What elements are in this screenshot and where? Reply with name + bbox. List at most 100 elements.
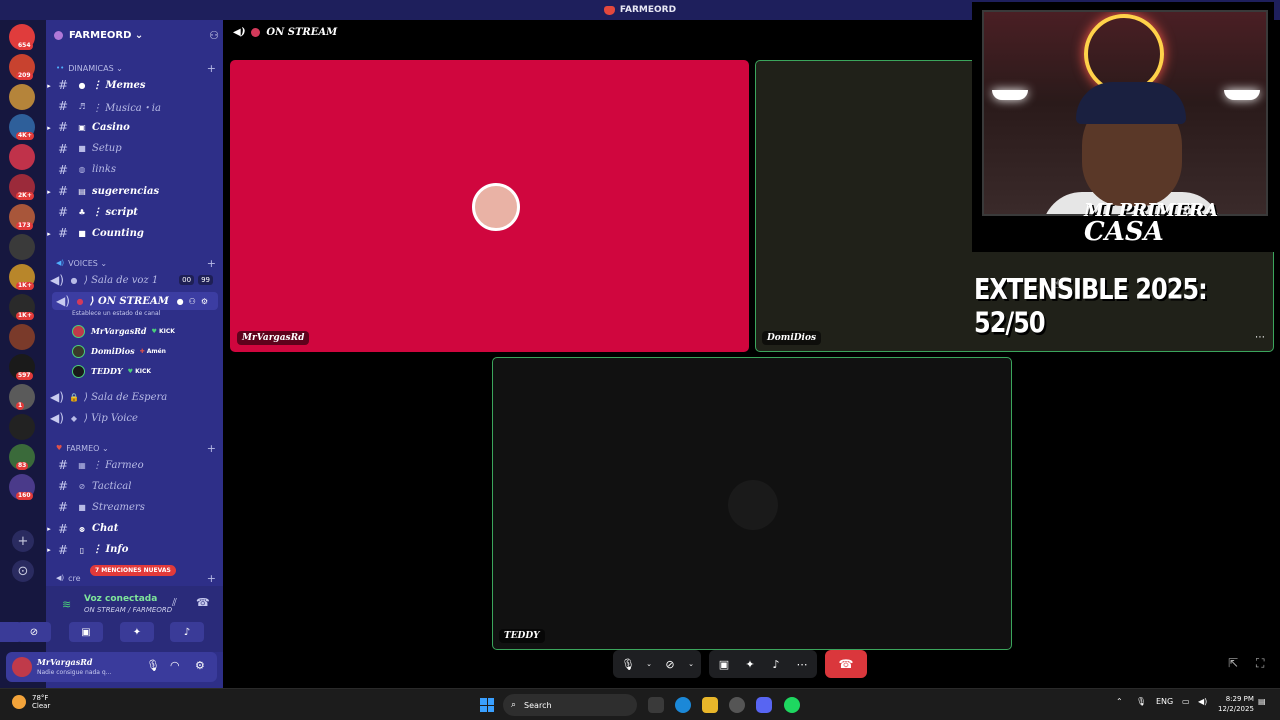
channel-item[interactable]: # ■ Streamers (46, 498, 223, 516)
server-icon[interactable] (9, 234, 35, 260)
chevron-down-icon[interactable]: ⌄ (645, 660, 653, 668)
voice-status-channel[interactable]: ON STREAM / FARMEORD (84, 606, 172, 614)
microphone-icon[interactable]: 🎙 (619, 658, 637, 671)
user-name[interactable]: MrVargasRd (37, 657, 92, 667)
server-icon[interactable]: 597 (9, 354, 35, 380)
channel-item[interactable]: ▸ # ■ Counting (46, 224, 223, 242)
edge-browser-icon[interactable] (675, 697, 691, 713)
voice-channel[interactable]: ◀) ◆ ⟩ Vip Voice (46, 409, 223, 427)
chat-icon[interactable]: ● (177, 297, 184, 306)
language-indicator[interactable]: ENG (1156, 697, 1173, 706)
camera-off-icon[interactable]: ⊘ (661, 658, 679, 671)
server-icon[interactable]: 209 (9, 54, 35, 80)
add-channel-icon[interactable]: + (207, 62, 216, 75)
activities-button[interactable]: ✦ (120, 622, 154, 642)
channel-item[interactable]: ▸ # ▯ ⋮ Info (46, 541, 223, 559)
chevron-up-icon[interactable]: ⌃ (1116, 697, 1123, 706)
channel-item[interactable]: ▸ # ● ⋮ Memes (46, 76, 223, 94)
stage-area: ◀) ON STREAM MrVargasRd DomiDios ⋯ TEDDY… (223, 2, 1280, 688)
file-explorer-icon[interactable] (702, 697, 718, 713)
hash-icon: # (58, 542, 69, 557)
server-icon[interactable]: 83 (9, 444, 35, 470)
server-icon[interactable]: 1 (9, 384, 35, 410)
voice-channel[interactable]: ◀) 🔒 ⟩ Sala de Espera (46, 388, 223, 406)
channel-item[interactable]: # ▦ ⋮ Farmeo (46, 456, 223, 474)
voice-channel-on-stream[interactable]: ◀) ● ⟩ ON STREAM ● ⚇ ⚙ (52, 292, 218, 310)
soundboard-icon[interactable]: ♪ (767, 658, 785, 671)
volume-icon[interactable]: ◀) (1198, 697, 1207, 706)
weather-widget[interactable]: 78°F Clear (12, 694, 50, 710)
noise-suppression-icon[interactable]: ⫽ (172, 596, 177, 610)
voice-user[interactable]: MrVargasRd ♥ KICK (72, 323, 212, 339)
discord-icon[interactable] (756, 697, 772, 713)
server-icon[interactable]: 173 (9, 204, 35, 230)
task-view-icon[interactable] (648, 697, 664, 713)
channel-item[interactable]: ▸ # ▣ Casino (46, 118, 223, 136)
server-icon[interactable]: 4K+ (9, 114, 35, 140)
server-icon[interactable] (9, 84, 35, 110)
search-box[interactable]: ⌕ Search (503, 694, 637, 716)
channel-item[interactable]: # ⊘ Tactical (46, 477, 223, 495)
chevron-down-icon[interactable]: ⌄ (687, 660, 695, 668)
overlay-caption: MI PRIMERA CASA (1084, 202, 1218, 246)
soundboard-button[interactable]: ♪ (170, 622, 204, 642)
voice-channel-sala-1[interactable]: ◀) ● ⟩ Sala de voz 1 00 99 (46, 271, 223, 289)
video-tile-mrvargasrd[interactable]: MrVargasRd (230, 60, 749, 352)
server-rail: 654 209 4K+ 2K+ 173 1K+ 1K+ 597 1 83 160 + ⊙ (0, 20, 46, 688)
server-icon[interactable]: 160 (9, 474, 35, 500)
add-member-icon[interactable]: ⚇ (209, 29, 219, 42)
fullscreen-icon[interactable]: ⛶ (1256, 656, 1264, 671)
microphone-icon[interactable]: 🎙 (146, 659, 160, 672)
camera-off-button[interactable]: ⊘ (17, 622, 51, 642)
disconnect-icon[interactable]: ☎ (196, 596, 210, 609)
activities-icon[interactable]: ✦ (741, 658, 759, 671)
obs-icon[interactable] (729, 697, 745, 713)
screen-share-icon[interactable]: ▣ (715, 658, 733, 671)
gear-icon[interactable]: ⚙ (201, 297, 208, 306)
add-channel-icon[interactable]: + (207, 257, 216, 270)
channel-item[interactable]: # ♣ ⋮ script (46, 203, 223, 221)
channel-item[interactable]: # ◍ links (46, 161, 223, 179)
category-dinamicas[interactable]: •• DINAMICAS ⌄ + (56, 62, 216, 75)
avatar[interactable] (12, 657, 32, 677)
clock[interactable]: 8:29 PM 12/2/2025 (1218, 694, 1254, 714)
channel-item[interactable]: ▸ # ⊗ Chat (46, 520, 223, 538)
gear-icon[interactable]: ⚙ (195, 659, 205, 672)
network-icon[interactable]: ▭ (1182, 697, 1190, 706)
signal-icon[interactable]: ≋ (62, 598, 71, 611)
server-icon[interactable] (9, 144, 35, 170)
channel-item[interactable]: # ♬ ⋮ Musica・ia (46, 97, 223, 115)
video-tile-teddy[interactable]: TEDDY (492, 357, 1012, 650)
microphone-icon[interactable]: 🎙 (1136, 697, 1146, 706)
server-icon[interactable]: 654 (9, 24, 35, 50)
voice-user[interactable]: DomiDios ✚ Amén (72, 343, 212, 359)
more-options-icon[interactable]: ⋯ (793, 658, 811, 671)
channel-item[interactable]: ▸ # ▤ sugerencias (46, 182, 223, 200)
invite-icon[interactable]: ⚇ (189, 297, 196, 306)
channel-item[interactable]: # ■ Setup (46, 140, 223, 158)
server-icon[interactable]: 2K+ (9, 174, 35, 200)
notifications-icon[interactable]: ▤ (1258, 697, 1266, 706)
channel-status-hint[interactable]: Establece un estado de canal (72, 310, 160, 317)
start-button[interactable] (480, 698, 494, 712)
headphones-icon[interactable]: ◠ (170, 659, 180, 672)
voice-user[interactable]: TEDDY ♥ KICK (72, 363, 212, 379)
category-farmeo[interactable]: ♥ FARMEO ⌄ + (56, 442, 216, 455)
server-header[interactable]: FARMEORD ⌄ ⚇ (54, 26, 219, 44)
server-icon[interactable]: 1K+ (9, 264, 35, 290)
add-server-icon[interactable]: + (12, 530, 34, 552)
voice-status-title[interactable]: Voz conectada (84, 594, 157, 604)
server-icon[interactable] (9, 324, 35, 350)
server-icon[interactable]: 1K+ (9, 294, 35, 320)
new-mentions-badge[interactable]: 7 MENCIONES NUEVAS (90, 565, 176, 576)
add-channel-icon[interactable]: + (207, 442, 216, 455)
server-icon[interactable] (9, 414, 35, 440)
category-voices[interactable]: ◀) VOICES ⌄ + (56, 257, 216, 270)
screen-share-button[interactable]: ▣ (69, 622, 103, 642)
disconnect-button[interactable]: ☎ (825, 650, 867, 678)
add-channel-icon[interactable]: + (207, 572, 216, 585)
discover-icon[interactable]: ⊙ (12, 560, 34, 582)
user-status[interactable]: Nadie consigue nada q... (37, 669, 111, 676)
spotify-icon[interactable] (784, 697, 800, 713)
popout-icon[interactable]: ⇱ (1228, 656, 1238, 670)
